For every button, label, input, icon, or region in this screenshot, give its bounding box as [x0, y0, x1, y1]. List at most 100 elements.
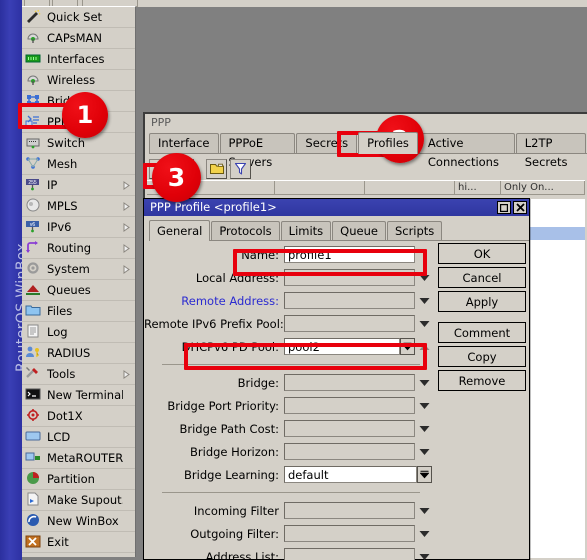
field-label-remote-address: Remote Address:: [181, 293, 279, 308]
field-input-bridge-learning[interactable]: default: [284, 466, 417, 483]
field-label-address-list: Address List:: [205, 549, 279, 560]
sidebar-item-metarouter[interactable]: MetaROUTER: [22, 448, 135, 469]
sidebar-item-queues[interactable]: Queues: [22, 280, 135, 301]
dropdown-caret-icon[interactable]: [417, 443, 432, 460]
field-input-remote-ipv6-prefix-pool[interactable]: [284, 315, 415, 332]
sidebar-item-new-winbox[interactable]: New WinBox: [22, 511, 135, 532]
dropdown-caret-icon[interactable]: [417, 502, 432, 519]
ppp-toolbar[interactable]: [145, 154, 587, 180]
chevron-right-icon: [123, 264, 133, 274]
main-menu[interactable]: Quick SetCAPsMANInterfacesWirelessBridge…: [22, 6, 136, 557]
sidebar-item-interfaces[interactable]: Interfaces: [22, 49, 135, 70]
field-label-bridge-learning: Bridge Learning:: [184, 467, 279, 482]
form-divider: [162, 492, 420, 493]
sidebar-item-dot1x[interactable]: Dot1X: [22, 406, 135, 427]
dialog-tab-scripts[interactable]: Scripts: [386, 221, 443, 240]
field-row-incoming-filter: Incoming Filter: [144, 499, 432, 522]
sidebar-item-files[interactable]: Files: [22, 301, 135, 322]
sidebar-item-label: Routing: [47, 241, 92, 255]
switch-icon: [25, 135, 43, 151]
sidebar-item-wireless[interactable]: Wireless: [22, 70, 135, 91]
tab-l2tp-secrets[interactable]: L2TP Secrets: [515, 133, 587, 169]
field-input-bridge-port-priority[interactable]: [284, 397, 415, 414]
dropdown-caret-icon[interactable]: [417, 548, 432, 560]
field-input-bridge-horizon[interactable]: [284, 443, 415, 460]
dropdown-caret-icon[interactable]: [417, 397, 432, 414]
apply-button[interactable]: Apply: [438, 291, 526, 312]
remove-button[interactable]: Remove: [438, 370, 526, 391]
winbox-rail: RouterOS WinBox: [0, 0, 22, 560]
sidebar-item-capsman[interactable]: CAPsMAN: [22, 28, 135, 49]
ipv6-icon: v6: [25, 219, 43, 235]
dropdown-caret-icon[interactable]: [417, 374, 432, 391]
filter-button[interactable]: [230, 158, 251, 179]
tab-active-connections[interactable]: Active Connections: [418, 133, 515, 169]
folder-button[interactable]: [206, 158, 227, 179]
sidebar-item-new-terminal[interactable]: New Terminal: [22, 385, 135, 406]
folder-icon: [25, 303, 43, 319]
winbox-icon: [25, 513, 43, 529]
rail-label: RouterOS WinBox: [14, 242, 22, 372]
dialog-button-column[interactable]: OK Cancel Apply Comment Copy Remove: [438, 243, 526, 394]
tab-interface[interactable]: Interface: [149, 133, 219, 153]
sidebar-item-label: Tools: [47, 367, 76, 381]
dialog-tab-general[interactable]: General: [149, 220, 211, 241]
field-label-bridge-horizon: Bridge Horizon:: [190, 444, 279, 459]
dropdown-caret-icon[interactable]: [417, 525, 432, 542]
exit-icon: [25, 534, 43, 550]
field-row-remote-ipv6-prefix-pool: Remote IPv6 Prefix Pool:: [144, 312, 432, 335]
sidebar-item-label: System: [47, 262, 90, 276]
mesh-icon: [25, 156, 43, 172]
dialog-tab-queue[interactable]: Queue: [332, 221, 386, 240]
sidebar-item-tools[interactable]: Tools: [22, 364, 135, 385]
field-input-bridge-path-cost[interactable]: [284, 420, 415, 437]
dropdown-caret-icon[interactable]: [417, 315, 432, 332]
sidebar-item-ip[interactable]: 255 IP: [22, 175, 135, 196]
field-row-bridge-learning: Bridge Learning: default: [144, 463, 432, 486]
sidebar-item-lcd[interactable]: LCD: [22, 427, 135, 448]
metarouter-icon: [25, 450, 43, 466]
dialog-tabbar[interactable]: General Protocols Limits Queue Scripts: [149, 220, 529, 241]
lcd-icon: [25, 429, 43, 445]
sidebar-item-quick-set[interactable]: Quick Set: [22, 7, 135, 28]
copy-button[interactable]: Copy: [438, 346, 526, 367]
dialog-tab-limits[interactable]: Limits: [280, 221, 332, 240]
sidebar-item-label: Windows: [47, 556, 123, 557]
field-input-address-list[interactable]: [284, 548, 415, 560]
interfaces-icon: [25, 51, 43, 67]
sidebar-item-log[interactable]: Log: [22, 322, 135, 343]
dialog-title-bar[interactable]: PPP Profile <profile1>: [144, 199, 529, 216]
field-row-bridge: Bridge:: [144, 371, 432, 394]
ppp-tabbar[interactable]: InterfacePPPoE ServersSecretsProfilesAct…: [149, 132, 587, 169]
dialog-title-text: PPP Profile <profile1>: [150, 200, 277, 214]
dropdown-caret-icon[interactable]: [417, 420, 432, 437]
field-input-outgoing-filter[interactable]: [284, 525, 415, 542]
chevron-right-icon: [123, 369, 133, 379]
field-input-incoming-filter[interactable]: [284, 502, 415, 519]
sidebar-item-exit[interactable]: Exit: [22, 532, 135, 553]
dialog-tab-protocols[interactable]: Protocols: [211, 221, 280, 240]
ok-button[interactable]: OK: [438, 243, 526, 264]
tab-pppoe-servers[interactable]: PPPoE Servers: [219, 133, 296, 169]
dropdown-button[interactable]: [417, 466, 432, 483]
sidebar-item-partition[interactable]: Partition: [22, 469, 135, 490]
maximize-button[interactable]: [497, 201, 511, 214]
sidebar-item-make-supout-rif[interactable]: Make Supout.rif: [22, 490, 135, 511]
field-input-remote-address[interactable]: [284, 292, 415, 309]
chevron-right-icon: [123, 222, 133, 232]
sidebar-item-windows[interactable]: Windows: [22, 553, 135, 557]
sidebar-item-mesh[interactable]: Mesh: [22, 154, 135, 175]
sidebar-item-system[interactable]: System: [22, 259, 135, 280]
close-button[interactable]: [513, 201, 527, 214]
chevron-right-icon: [123, 243, 133, 253]
comment-button[interactable]: Comment: [438, 322, 526, 343]
sidebar-item-radius[interactable]: RADIUS: [22, 343, 135, 364]
field-label-outgoing-filter: Outgoing Filter:: [190, 526, 279, 541]
sidebar-item-ipv6[interactable]: v6 IPv6: [22, 217, 135, 238]
tab-profiles[interactable]: Profiles: [358, 132, 418, 154]
sidebar-item-mpls[interactable]: MPLS: [22, 196, 135, 217]
sidebar-item-routing[interactable]: Routing: [22, 238, 135, 259]
cancel-button[interactable]: Cancel: [438, 267, 526, 288]
dropdown-caret-icon[interactable]: [417, 292, 432, 309]
field-input-bridge[interactable]: [284, 374, 415, 391]
